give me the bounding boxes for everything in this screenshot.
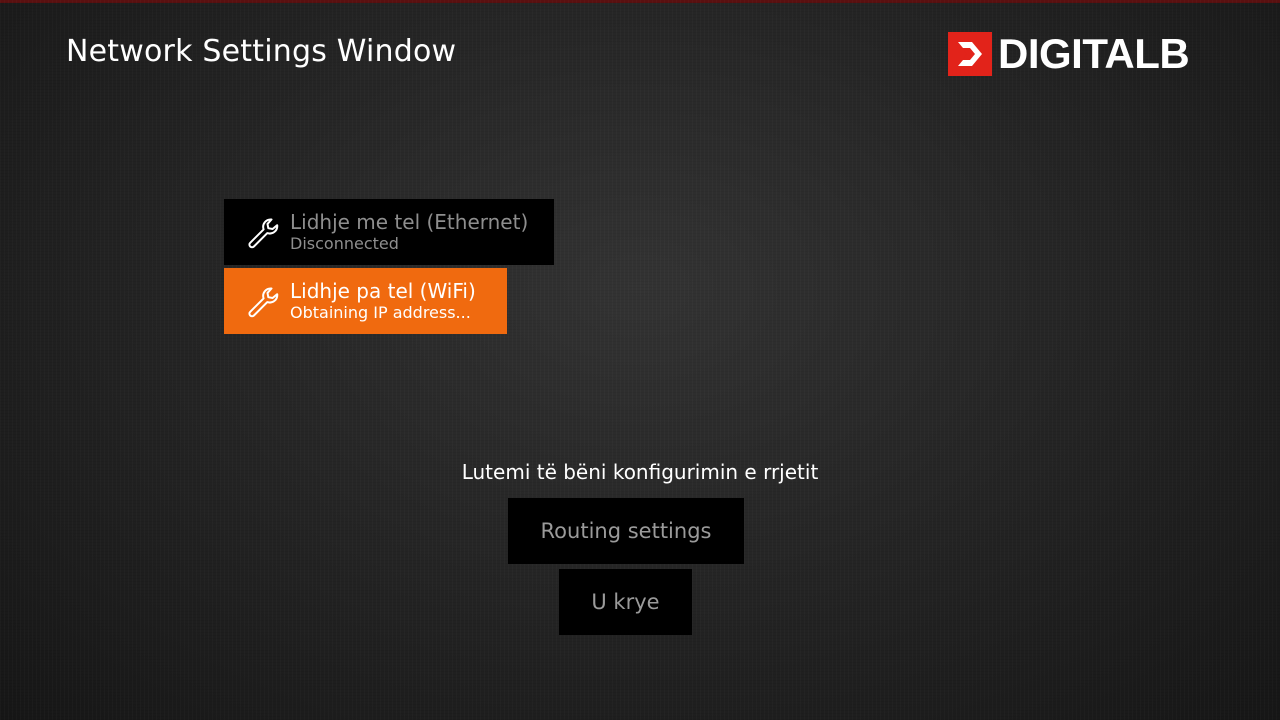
wrench-icon [248, 287, 279, 318]
configuration-prompt: Lutemi të bëni konfigurimin e rrjetit [461, 460, 819, 484]
digitalb-logo-mark [948, 32, 992, 76]
digitalb-logo: DIGITALB [948, 30, 1190, 77]
done-button[interactable]: U krye [559, 569, 692, 635]
wifi-connection-status: Obtaining IP address... [290, 303, 471, 322]
wrench-icon [248, 218, 279, 249]
wifi-connection-item[interactable]: Lidhje pa tel (WiFi) Obtaining IP addres… [224, 268, 507, 334]
top-accent-line [0, 0, 1280, 3]
page-title: Network Settings Window [66, 34, 457, 69]
ethernet-connection-name: Lidhje me tel (Ethernet) [290, 210, 529, 234]
logo-text: DIGITALB [998, 30, 1190, 77]
routing-settings-button[interactable]: Routing settings [508, 498, 744, 564]
ethernet-connection-item[interactable]: Lidhje me tel (Ethernet) Disconnected [224, 199, 554, 265]
ethernet-connection-status: Disconnected [290, 234, 399, 253]
wifi-connection-name: Lidhje pa tel (WiFi) [290, 279, 476, 303]
